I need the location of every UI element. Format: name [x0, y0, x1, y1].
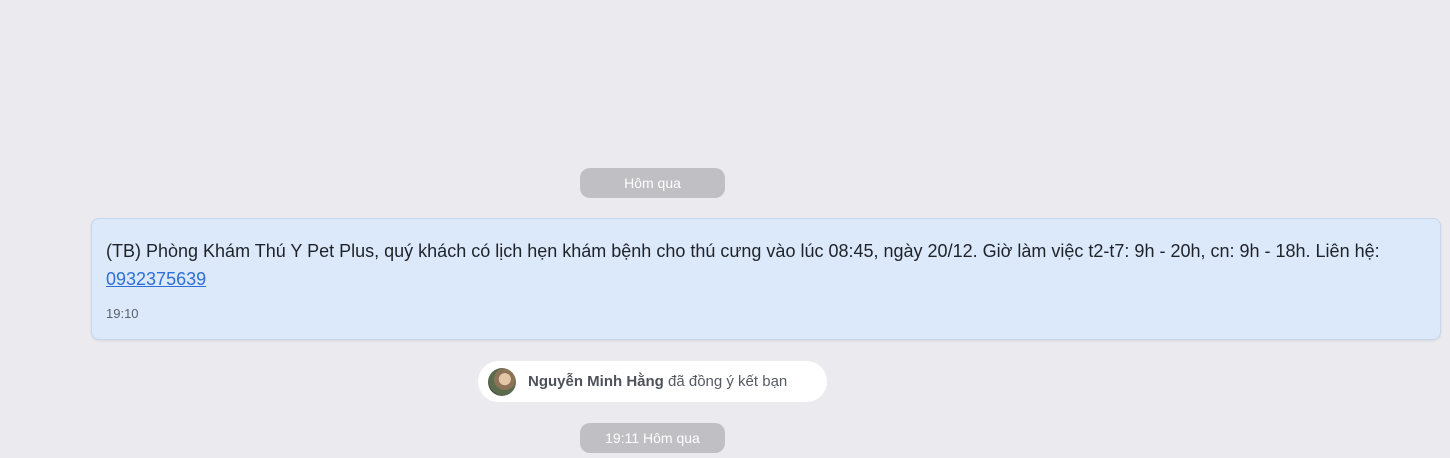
phone-link[interactable]: 0932375639: [106, 269, 206, 289]
friend-accepted-notice: Nguyễn Minh Hằng đã đồng ý kết bạn: [478, 361, 827, 402]
time-separator: 19:11 Hôm qua: [580, 423, 725, 453]
notice-text: Nguyễn Minh Hằng đã đồng ý kết bạn: [528, 373, 787, 390]
date-separator: Hôm qua: [580, 168, 725, 198]
avatar[interactable]: [488, 367, 516, 396]
message-timestamp: 19:10: [106, 306, 139, 321]
message-bubble[interactable]: (TB) Phòng Khám Thú Y Pet Plus, quý khác…: [91, 218, 1441, 340]
message-text: (TB) Phòng Khám Thú Y Pet Plus, quý khác…: [106, 237, 1426, 293]
notice-action: đã đồng ý kết bạn: [668, 373, 788, 390]
message-body: (TB) Phòng Khám Thú Y Pet Plus, quý khác…: [106, 241, 1380, 261]
contact-name[interactable]: Nguyễn Minh Hằng: [528, 373, 664, 390]
